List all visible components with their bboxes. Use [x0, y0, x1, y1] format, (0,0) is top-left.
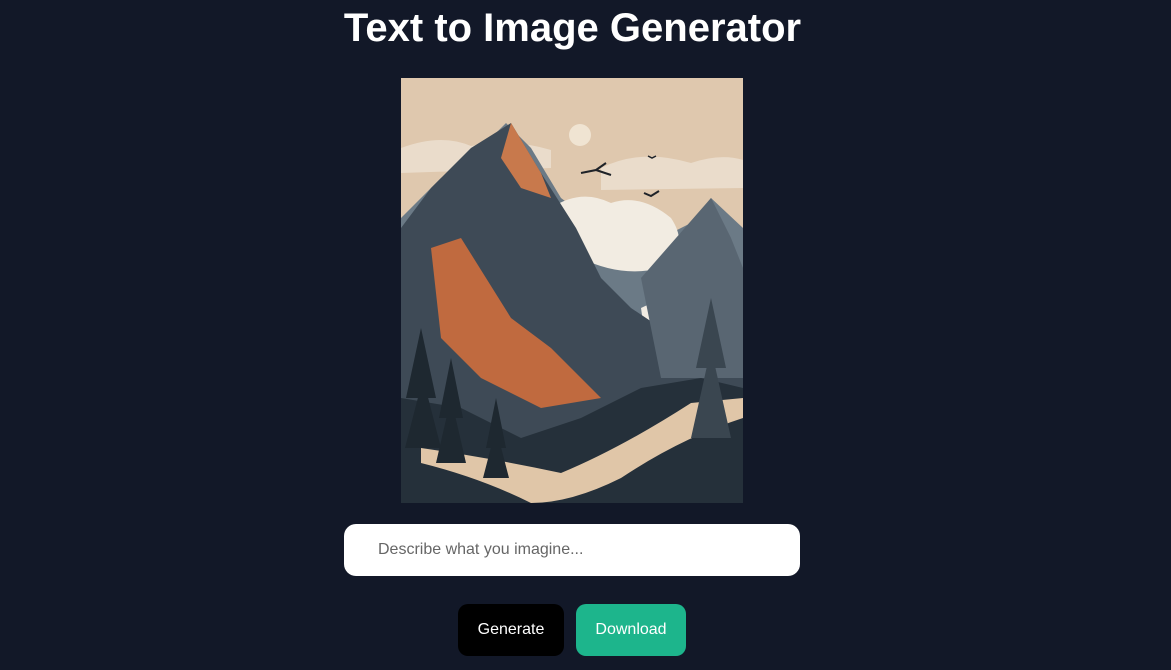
generate-button[interactable]: Generate	[458, 604, 564, 656]
page-title: Text to Image Generator	[343, 6, 802, 50]
download-button[interactable]: Download	[576, 604, 686, 656]
prompt-input[interactable]	[344, 524, 800, 576]
mountain-landscape-illustration	[401, 78, 743, 503]
generated-image	[401, 78, 743, 503]
app-page: Text to Image Generator Describe what yo…	[0, 0, 1171, 670]
